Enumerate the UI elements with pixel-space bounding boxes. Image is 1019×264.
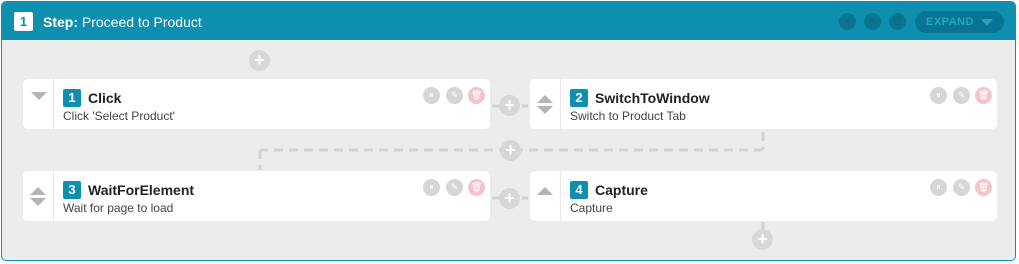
action-card-2[interactable]: 2 SwitchToWindow Switch to Product Tab ⏸… bbox=[530, 79, 997, 129]
edit-icon[interactable]: ✎ bbox=[446, 87, 463, 104]
pause-icon[interactable]: ⏸ bbox=[423, 179, 440, 196]
flow-connectors bbox=[258, 104, 765, 234]
pause-icon[interactable]: ⏸ bbox=[930, 179, 947, 196]
step-panel: 1 Step: Proceed to Product ⏸ ✎ 🗑 EXPAND … bbox=[1, 1, 1016, 261]
action-title: Click bbox=[88, 90, 122, 106]
reorder-handle[interactable] bbox=[530, 171, 561, 221]
collapse-handle[interactable] bbox=[23, 79, 54, 129]
move-up-icon[interactable] bbox=[537, 95, 553, 103]
action-number-badge: 4 bbox=[570, 181, 588, 199]
add-action-button-1-2[interactable]: + bbox=[499, 95, 520, 116]
delete-icon[interactable]: 🗑 bbox=[975, 179, 992, 196]
chevron-down-icon[interactable] bbox=[31, 92, 47, 100]
action-card-3[interactable]: 3 WaitForElement Wait for page to load ⏸… bbox=[23, 171, 490, 221]
action-title: Capture bbox=[595, 182, 648, 198]
reorder-handle[interactable] bbox=[530, 79, 561, 129]
action-title: SwitchToWindow bbox=[595, 90, 710, 106]
delete-icon[interactable]: 🗑 bbox=[468, 179, 485, 196]
reorder-handle[interactable] bbox=[23, 171, 54, 221]
action-description: Wait for page to load bbox=[63, 201, 174, 215]
action-card-4[interactable]: 4 Capture Capture ⏸ ✎ 🗑 bbox=[530, 171, 997, 221]
action-number-badge: 2 bbox=[570, 89, 588, 107]
pause-icon[interactable]: ⏸ bbox=[930, 87, 947, 104]
add-action-button-row[interactable]: + bbox=[500, 140, 521, 161]
pause-icon[interactable]: ⏸ bbox=[423, 87, 440, 104]
action-description: Click 'Select Product' bbox=[63, 109, 175, 123]
edit-icon[interactable]: ✎ bbox=[953, 87, 970, 104]
move-up-icon[interactable] bbox=[537, 187, 553, 195]
action-number-badge: 1 bbox=[63, 89, 81, 107]
edit-icon[interactable]: ✎ bbox=[953, 179, 970, 196]
move-down-icon[interactable] bbox=[30, 198, 46, 206]
action-description: Capture bbox=[570, 201, 613, 215]
move-up-icon[interactable] bbox=[30, 187, 46, 195]
add-action-button-top[interactable]: + bbox=[249, 50, 270, 71]
action-card-1[interactable]: 1 Click Click 'Select Product' ⏸ ✎ 🗑 bbox=[23, 79, 490, 129]
add-action-button-bottom[interactable]: + bbox=[752, 229, 773, 250]
delete-icon[interactable]: 🗑 bbox=[468, 87, 485, 104]
move-down-icon[interactable] bbox=[537, 106, 553, 114]
action-description: Switch to Product Tab bbox=[570, 109, 686, 123]
add-action-button-3-4[interactable]: + bbox=[499, 188, 520, 209]
edit-icon[interactable]: ✎ bbox=[446, 179, 463, 196]
action-title: WaitForElement bbox=[88, 182, 195, 198]
action-number-badge: 3 bbox=[63, 181, 81, 199]
delete-icon[interactable]: 🗑 bbox=[975, 87, 992, 104]
